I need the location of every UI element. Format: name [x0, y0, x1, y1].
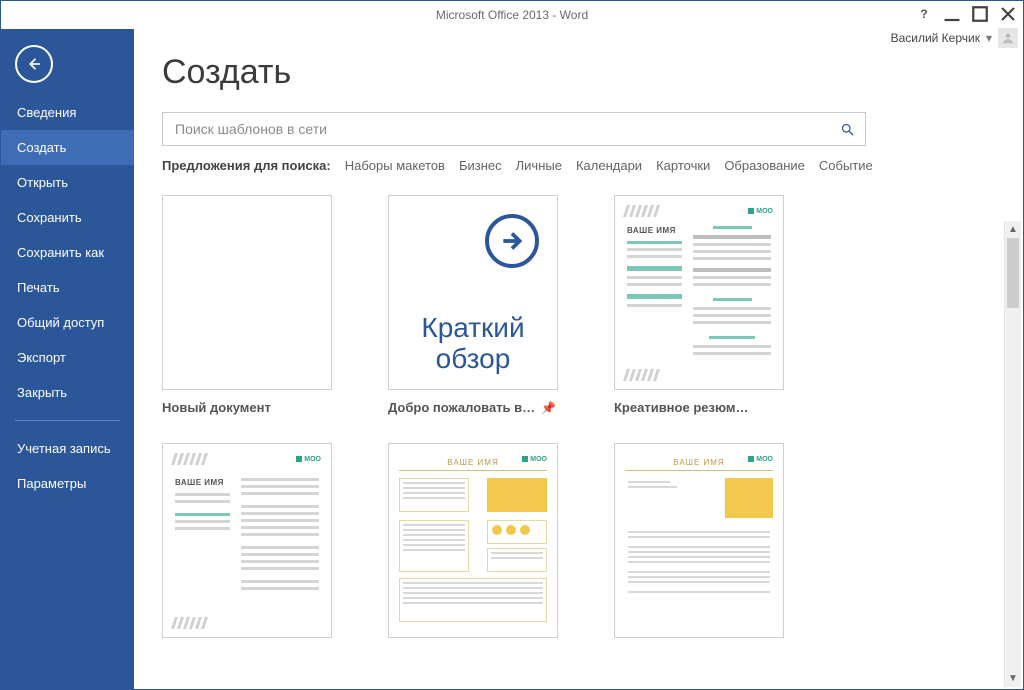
sidebar-item-print[interactable]: Печать	[1, 270, 134, 305]
suggestion-link[interactable]: Бизнес	[459, 158, 502, 173]
template-search	[162, 112, 866, 146]
close-button[interactable]	[999, 5, 1017, 23]
sidebar-item-account[interactable]: Учетная запись	[1, 431, 134, 466]
search-icon	[840, 122, 855, 137]
suggestion-link[interactable]: Календари	[576, 158, 642, 173]
sidebar: Сведения Создать Открыть Сохранить Сохра…	[1, 29, 134, 689]
template-label: Креативное резюм…	[614, 400, 784, 415]
template-thumbnail: Краткий обзор	[388, 195, 558, 390]
template-resume-cover[interactable]: MOO ВАШЕ ИМЯ	[162, 443, 372, 648]
template-thumbnail: MOO ВАШЕ ИМЯ	[614, 195, 784, 390]
template-gallery: Новый документ Краткий обзор	[134, 191, 1023, 658]
scroll-track[interactable]	[1005, 238, 1021, 670]
template-thumbnail: MOO ВАШЕ ИМЯ	[162, 443, 332, 638]
page-title: Создать	[162, 53, 1023, 92]
sidebar-item-close[interactable]: Закрыть	[1, 375, 134, 410]
template-blank-document[interactable]: Новый документ	[162, 195, 372, 415]
template-thumbnail: MOO ВАШЕ ИМЯ	[388, 443, 558, 638]
vertical-scrollbar[interactable]: ▲ ▼	[1004, 221, 1021, 687]
template-creative-resume[interactable]: MOO ВАШЕ ИМЯ	[614, 195, 824, 415]
search-button[interactable]	[829, 113, 865, 145]
suggestion-link[interactable]: Личные	[516, 158, 562, 173]
sidebar-separator	[15, 420, 120, 421]
help-icon[interactable]: ?	[915, 5, 933, 23]
back-button[interactable]	[15, 45, 53, 83]
account-menu[interactable]: Василий Керчик ▾	[891, 28, 1018, 48]
chevron-down-icon: ▾	[986, 31, 992, 45]
sidebar-item-export[interactable]: Экспорт	[1, 340, 134, 375]
avatar	[998, 28, 1018, 48]
search-input[interactable]	[163, 121, 829, 137]
window-title: Microsoft Office 2013 - Word	[1, 8, 1023, 22]
sidebar-item-info[interactable]: Сведения	[1, 95, 134, 130]
app-window: Microsoft Office 2013 - Word ? Василий К…	[0, 0, 1024, 690]
sidebar-item-share[interactable]: Общий доступ	[1, 305, 134, 340]
template-thumbnail	[162, 195, 332, 390]
minimize-button[interactable]	[943, 5, 961, 23]
sidebar-item-open[interactable]: Открыть	[1, 165, 134, 200]
suggestion-link[interactable]: Образование	[724, 158, 805, 173]
template-welcome-tour[interactable]: Краткий обзор Добро пожаловать в… 📌	[388, 195, 598, 415]
template-resume-yellow-1[interactable]: MOO ВАШЕ ИМЯ	[388, 443, 598, 648]
maximize-button[interactable]	[971, 5, 989, 23]
scroll-down-button[interactable]: ▼	[1005, 670, 1021, 687]
suggestion-link[interactable]: Карточки	[656, 158, 710, 173]
suggestions-label: Предложения для поиска:	[162, 158, 331, 173]
sidebar-item-save[interactable]: Сохранить	[1, 200, 134, 235]
account-name: Василий Керчик	[891, 31, 980, 45]
search-suggestions: Предложения для поиска: Наборы макетов Б…	[162, 158, 995, 173]
window-controls: ?	[915, 5, 1017, 23]
tour-caption: Краткий обзор	[389, 313, 557, 375]
body: Сведения Создать Открыть Сохранить Сохра…	[1, 29, 1023, 689]
sidebar-item-options[interactable]: Параметры	[1, 466, 134, 501]
template-resume-yellow-2[interactable]: MOO ВАШЕ ИМЯ	[614, 443, 824, 648]
main-panel: Создать Предложения для поиска: Наборы м…	[134, 29, 1023, 689]
sidebar-item-new[interactable]: Создать	[1, 130, 134, 165]
scroll-up-button[interactable]: ▲	[1005, 221, 1021, 238]
template-label: Новый документ	[162, 400, 332, 415]
suggestion-link[interactable]: Событие	[819, 158, 873, 173]
pin-icon[interactable]: 📌	[541, 401, 556, 415]
template-thumbnail: MOO ВАШЕ ИМЯ	[614, 443, 784, 638]
title-bar: Microsoft Office 2013 - Word ?	[1, 1, 1023, 29]
sidebar-item-saveas[interactable]: Сохранить как	[1, 235, 134, 270]
suggestion-link[interactable]: Наборы макетов	[345, 158, 445, 173]
scroll-thumb[interactable]	[1007, 238, 1019, 308]
template-label: Добро пожаловать в… 📌	[388, 400, 558, 415]
arrow-right-icon	[485, 214, 539, 268]
template-gallery-viewport: Новый документ Краткий обзор	[134, 191, 1023, 689]
